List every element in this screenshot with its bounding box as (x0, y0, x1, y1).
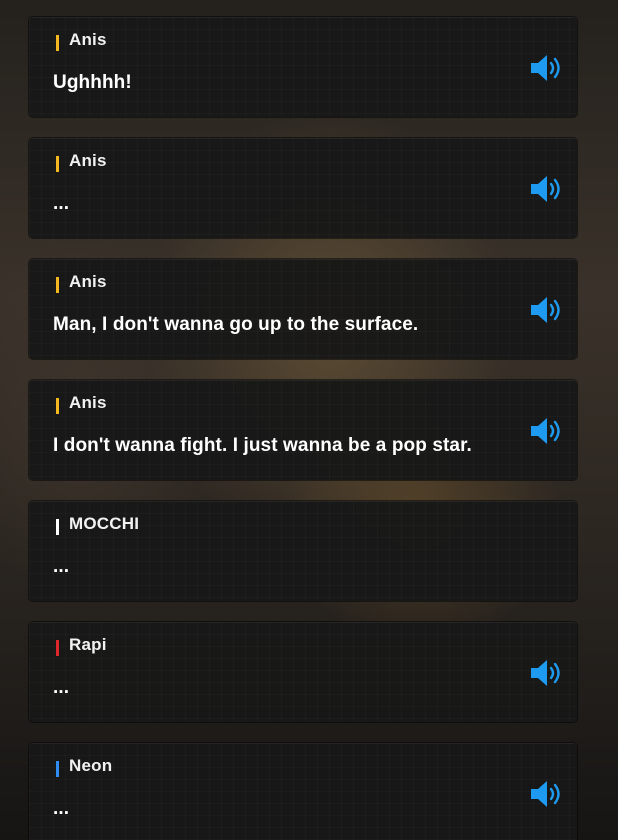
speaker-name: Anis (69, 30, 107, 49)
speaker-color-bar (56, 519, 59, 535)
speaker-volume-icon (531, 660, 560, 686)
dialogue-text: ... (53, 556, 70, 577)
speaker-volume-icon (531, 55, 560, 81)
speaker-volume-icon (531, 176, 560, 202)
dialogue-text: ... (53, 193, 70, 214)
dialogue-log[interactable]: Anis Ughhhh! Anis ... Anis Man, I don't … (29, 17, 577, 840)
speaker-color-bar (56, 156, 59, 172)
speaker-volume-icon (531, 297, 560, 323)
speaker-volume-icon (531, 418, 560, 444)
speaker-name: Anis (69, 151, 107, 170)
speaker-name: MOCCHI (69, 514, 140, 533)
log-entry: Anis Man, I don't wanna go up to the sur… (29, 259, 577, 359)
speaker-color-bar (56, 277, 59, 293)
log-entry: Anis I don't wanna fight. I just wanna b… (29, 380, 577, 480)
speaker-color-bar (56, 398, 59, 414)
voice-replay-button[interactable] (529, 658, 565, 688)
speaker-color-bar (56, 640, 59, 656)
log-entry: Rapi ... (29, 622, 577, 722)
speaker-name: Neon (69, 756, 113, 775)
speaker-color-bar (56, 761, 59, 777)
log-entry: Neon ... (29, 743, 577, 840)
dialogue-text: Man, I don't wanna go up to the surface. (53, 314, 419, 335)
dialogue-text: ... (53, 677, 70, 698)
log-entry: Anis Ughhhh! (29, 17, 577, 117)
voice-replay-button[interactable] (529, 295, 565, 325)
dialogue-text: Ughhhh! (53, 72, 132, 93)
dialogue-text: ... (53, 798, 70, 819)
log-entry: MOCCHI ... (29, 501, 577, 601)
dialogue-text: I don't wanna fight. I just wanna be a p… (53, 435, 472, 456)
speaker-color-bar (56, 35, 59, 51)
voice-replay-button[interactable] (529, 53, 565, 83)
voice-replay-button[interactable] (529, 174, 565, 204)
speaker-name: Anis (69, 393, 107, 412)
voice-replay-button[interactable] (529, 779, 565, 809)
speaker-volume-icon (531, 781, 560, 807)
voice-replay-button[interactable] (529, 416, 565, 446)
speaker-name: Anis (69, 272, 107, 291)
speaker-name: Rapi (69, 635, 107, 654)
log-entry: Anis ... (29, 138, 577, 238)
